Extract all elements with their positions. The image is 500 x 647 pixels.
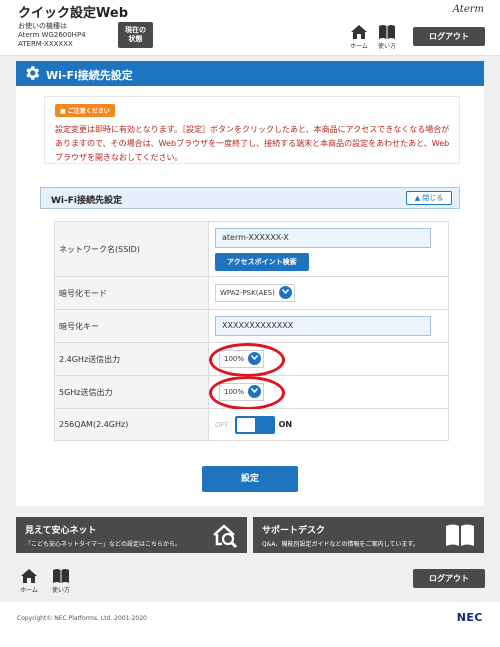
key-cell: XXXXXXXXXXXXX [208,309,449,343]
open-book-icon [446,524,474,546]
home-nav[interactable]: ホーム [346,24,372,52]
home-icon [21,569,37,583]
main-content: ■ ご注意ください 設定変更は即時に有効となります。［設定］ボタンをクリックした… [16,86,484,506]
key-label: 暗号化キー [54,309,209,343]
chevron-down-icon [248,351,262,365]
power24-value: 100% [224,355,245,363]
notice-text: 設定変更は即時に有効となります。［設定］ボタンをクリックしたあと、本商品にアクセ… [55,125,450,162]
power24-select[interactable]: 100% [219,350,265,368]
encryption-cell: WPA2-PSK(AES) [208,276,449,310]
power5-label: 5GHz送信出力 [54,375,209,409]
brand: クイック設定Web お使いの機種は Aterm WG2600HP4 ATERM-… [18,6,128,49]
mieru-anshin-net-link[interactable]: 見えて安心ネット 「こども安心ネットタイマー」などの設定はこちらから。 [16,517,247,553]
qam-toggle-knob[interactable] [236,417,255,432]
qam-on-label: ON [278,420,293,429]
power24-cell: 100% [208,342,449,377]
gear-icon [26,66,40,80]
footer-home-label: ホーム [20,587,38,594]
current-status-button[interactable]: 現在の 状態 [118,22,153,48]
nec-logo: NEC [456,611,483,624]
chevron-down-icon [248,384,262,398]
qam-toggle[interactable]: OFF ON [215,415,293,434]
status-label-2: 状態 [128,35,143,43]
qam-off-label: OFF [215,420,229,429]
encryption-value: WPA2-PSK(AES) [220,289,275,297]
close-label: 閉じる [422,194,444,202]
footer-help-label: 使い方 [51,587,70,594]
power5-cell: 100% [208,375,449,410]
ssid-input[interactable]: aterm-XXXXXX-X [215,227,431,248]
support-desk-link[interactable]: サポートデスク Q&A、機能別設定ガイドなどの情報をご案内しています。 [253,517,484,553]
qam-cell: OFF ON [208,408,449,441]
power5-select[interactable]: 100% [219,383,265,401]
row-encryption: 暗号化モード WPA2-PSK(AES) [54,276,449,310]
section-header: Wi-Fi接続先設定 ▲ 閉じる [40,187,460,209]
ssid-label: ネットワーク名(SSID) [54,221,209,277]
qam-toggle-track[interactable] [234,415,275,434]
row-power24: 2.4GHz送信出力 100% [54,342,449,377]
house-magnifier-icon [213,524,237,548]
home-icon [351,25,367,39]
row-ssid: ネットワーク名(SSID) aterm-XXXXXX-X アクセスポイント検索 [54,221,449,277]
access-point-search-button[interactable]: アクセスポイント検索 [215,252,309,271]
encryption-key-input[interactable]: XXXXXXXXXXXXX [215,316,431,336]
status-label-1: 現在の [125,26,146,34]
notice-badge: ■ ご注意ください [55,104,115,117]
book-icon [379,25,395,39]
home-label: ホーム [350,43,368,50]
footer-help-nav[interactable]: 使い方 [48,568,74,596]
copyright-area: Copyright© NEC Platforms, Ltd. 2001-2020… [0,602,500,647]
promo-left-subtitle: 「こども安心ネットタイマー」などの設定はこちらから。 [25,541,182,548]
device-model: Aterm WG2600HP4 [18,31,86,39]
help-label: 使い方 [377,43,396,50]
footer-home-nav[interactable]: ホーム [16,568,42,596]
submit-button[interactable]: 設定 [202,466,298,492]
encryption-select[interactable]: WPA2-PSK(AES) [215,284,295,302]
encryption-label: 暗号化モード [54,276,209,310]
ssid-cell: aterm-XXXXXX-X アクセスポイント検索 [208,221,449,277]
help-nav[interactable]: 使い方 [374,24,400,52]
device-caption: お使いの機種は [18,22,67,30]
device-id: ATERM-XXXXXX [18,40,73,48]
power5-value: 100% [224,388,245,396]
qam-label: 256QAM(2.4GHz) [54,408,209,441]
notice-badge-text: ご注意ください [67,108,110,115]
promo-left-title: 見えて安心ネット [25,526,97,536]
close-section-button[interactable]: ▲ 閉じる [406,191,452,205]
logout-button[interactable]: ログアウト [413,27,485,46]
chevron-down-icon [278,285,292,299]
row-key: 暗号化キー XXXXXXXXXXXXX [54,309,449,343]
row-256qam: 256QAM(2.4GHz) OFF ON [54,408,449,441]
notice-box: ■ ご注意ください 設定変更は即時に有効となります。［設定］ボタンをクリックした… [44,96,460,164]
promo-right-subtitle: Q&A、機能別設定ガイドなどの情報をご案内しています。 [262,541,419,548]
copyright-text: Copyright© NEC Platforms, Ltd. 2001-2020 [17,615,147,622]
promo-right-title: サポートデスク [262,526,326,536]
page-title-bar: Wi-Fi接続先設定 [16,61,484,86]
warning-icon: ■ [60,108,68,115]
book-icon [53,569,69,583]
footer-logout-button[interactable]: ログアウト [413,569,485,588]
power24-label: 2.4GHz送信出力 [54,342,209,376]
header: クイック設定Web お使いの機種は Aterm WG2600HP4 ATERM-… [0,0,500,56]
app-title: クイック設定Web [18,6,128,21]
page-title: Wi-Fi接続先設定 [46,69,133,82]
settings-form: ネットワーク名(SSID) aterm-XXXXXX-X アクセスポイント検索 … [54,221,449,441]
section-title: Wi-Fi接続先設定 [51,196,122,206]
row-power5: 5GHz送信出力 100% [54,375,449,410]
aterm-logo: Aterm [452,4,484,15]
footer-nav: ホーム 使い方 ログアウト [0,558,500,602]
